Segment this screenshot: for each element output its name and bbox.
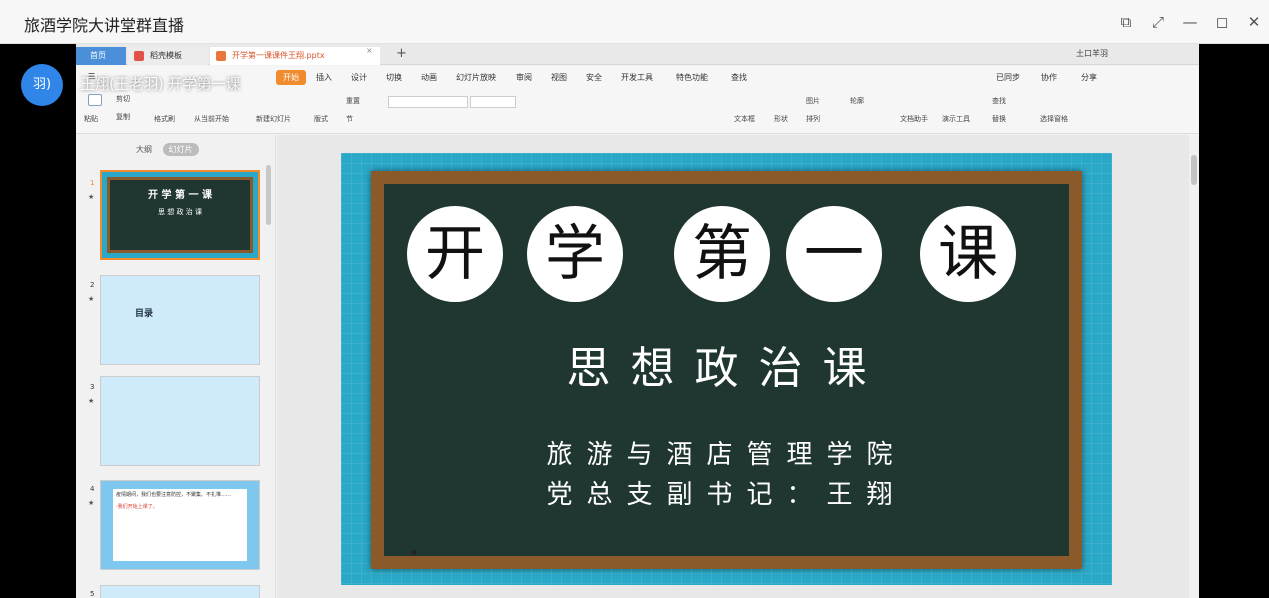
title-char: 开: [407, 206, 503, 302]
slide-thumbnail-1[interactable]: 开 学 第 一 课 思 想 政 治 课: [100, 170, 260, 260]
tab-template[interactable]: 稻壳模板: [128, 47, 208, 65]
paste-icon: [88, 94, 102, 106]
thumb-paper: 疫情期间，我们也要注意防控，不聚集、不扎堆…… ·我们开始上课了。: [113, 489, 247, 561]
thumb-subtitle: 思 想 政 治 课: [158, 208, 202, 216]
tab-close-icon[interactable]: ×: [366, 46, 373, 55]
slide-thumbnail-3[interactable]: [100, 376, 260, 466]
thumb-red-text: ·我们开始上课了。: [116, 504, 158, 510]
thumb-title: 开 学 第 一 课: [148, 190, 212, 201]
slide[interactable]: 开 学 第 一 课 思想政治课 旅游与酒店管理学院 党总支副书记：王翔: [341, 153, 1112, 585]
star-icon: ★: [88, 499, 95, 507]
slide-org: 旅游与酒店管理学院: [546, 440, 907, 470]
window-title: 旅酒学院大讲堂群直播: [24, 16, 185, 35]
present-tools-button[interactable]: 演示工具: [942, 114, 970, 124]
star-icon: ★: [88, 295, 95, 303]
rtab-features[interactable]: 特色功能: [676, 72, 708, 83]
new-slide-button[interactable]: 新建幻灯片: [256, 114, 291, 124]
ribbon-toolbar: 粘贴 剪切 复制 格式刷 从当前开始 新建幻灯片 版式 节 重置 文本框 形状 …: [76, 90, 1199, 134]
slide-thumbnail-2[interactable]: 目录: [100, 275, 260, 365]
close-icon[interactable]: ✕: [1242, 10, 1266, 34]
ppt-icon: [216, 51, 226, 61]
tab-template-label: 稻壳模板: [150, 51, 182, 60]
slides-tab[interactable]: 幻灯片: [162, 143, 199, 156]
tab-document-label: 开学第一课课件王翔.pptx: [232, 51, 325, 60]
new-tab-icon[interactable]: +: [396, 46, 407, 61]
cut-button[interactable]: 剪切: [116, 94, 130, 104]
format-painter-button[interactable]: 格式刷: [154, 114, 175, 124]
tab-home[interactable]: 首页: [76, 47, 126, 65]
slide-thumbnail-4[interactable]: 疫情期间，我们也要注意防控，不聚集、不扎堆…… ·我们开始上课了。: [100, 480, 260, 570]
template-icon: [134, 51, 144, 61]
rtab-search[interactable]: 查找: [731, 72, 747, 83]
title-char: 学: [527, 206, 623, 302]
outline-tab[interactable]: 大纲: [136, 145, 152, 154]
wps-tab-bar: 首页 稻壳模板 开学第一课课件王翔.pptx × + 土口羊羽: [76, 44, 1199, 65]
panel-scrollbar[interactable]: [266, 165, 271, 225]
rtab-insert[interactable]: 插入: [316, 72, 332, 83]
font-family-select[interactable]: [388, 96, 468, 108]
slide-number: 5: [90, 590, 95, 598]
popout-icon[interactable]: ⧉: [1114, 10, 1138, 34]
font-size-select[interactable]: [470, 96, 516, 108]
title-char: 课: [920, 206, 1016, 302]
find-button[interactable]: 查找: [992, 96, 1006, 106]
slide-presenter: 党总支副书记：王翔: [546, 480, 907, 510]
paste-button[interactable]: 粘贴: [84, 114, 98, 124]
slide-thumbnail-panel: 大纲 幻灯片 1 ★ 开 学 第 一 课 思 想 政 治 课 2 ★ 目录 3 …: [76, 135, 276, 598]
slide-number: 2: [90, 281, 95, 289]
rtab-security[interactable]: 安全: [586, 72, 602, 83]
doc-assistant-button[interactable]: 文档助手: [900, 114, 928, 124]
scroll-thumb[interactable]: [1191, 155, 1197, 185]
canvas-scrollbar[interactable]: [1189, 135, 1199, 598]
slide-thumbnail-5[interactable]: [100, 585, 260, 598]
sync-button[interactable]: 已同步: [996, 72, 1020, 83]
slide-canvas: 开 学 第 一 课 思想政治课 旅游与酒店管理学院 党总支副书记：王翔: [277, 135, 1199, 598]
layout-button[interactable]: 版式: [314, 114, 328, 124]
panel-tabs: 大纲 幻灯片: [136, 143, 199, 156]
copy-button[interactable]: 复制: [116, 112, 130, 122]
screen-share-view: 首页 稻壳模板 开学第一课课件王翔.pptx × + 土口羊羽 ☰ 开始 插入 …: [76, 44, 1199, 598]
arrange-button[interactable]: 排列: [806, 114, 820, 124]
slide-number: 3: [90, 383, 95, 391]
thumb-board: 开 学 第 一 课 思 想 政 治 课: [107, 177, 253, 253]
chalkboard: 开 学 第 一 课 思想政治课 旅游与酒店管理学院 党总支副书记：王翔: [371, 171, 1082, 569]
thumb-text: 疫情期间，我们也要注意防控，不聚集、不扎堆……: [116, 492, 232, 498]
rtab-view[interactable]: 视图: [551, 72, 567, 83]
picture-button[interactable]: 图片: [806, 96, 820, 106]
play-from-current-button[interactable]: 从当前开始: [194, 114, 229, 124]
rtab-review[interactable]: 审阅: [516, 72, 532, 83]
title-char: 一: [786, 206, 882, 302]
shape-button[interactable]: 形状: [774, 114, 788, 124]
rtab-developer[interactable]: 开发工具: [621, 72, 653, 83]
title-bar: 旅酒学院大讲堂群直播 ⧉ ⤢ — ◻ ✕: [0, 0, 1269, 44]
outline-button[interactable]: 轮廓: [850, 96, 864, 106]
slide-number: 1: [90, 179, 95, 187]
rtab-start[interactable]: 开始: [276, 70, 306, 85]
title-char: 第: [674, 206, 770, 302]
share-button[interactable]: 分享: [1081, 72, 1097, 83]
user-name[interactable]: 土口羊羽: [1076, 48, 1108, 59]
rtab-design[interactable]: 设计: [351, 72, 367, 83]
rtab-animation[interactable]: 动画: [421, 72, 437, 83]
star-icon: ★: [88, 193, 95, 201]
slide-number: 4: [90, 485, 95, 493]
ribbon-tabs: ☰ 开始 插入 设计 切换 动画 幻灯片放映 审阅 视图 安全 开发工具 特色功…: [76, 66, 1199, 90]
thumb-toc: 目录: [135, 309, 154, 319]
slide-subtitle: 思想政治课: [566, 343, 887, 394]
section-button[interactable]: 节: [346, 114, 353, 124]
replace-button[interactable]: 替换: [992, 114, 1006, 124]
reset-button[interactable]: 重置: [346, 96, 360, 106]
rtab-slideshow[interactable]: 幻灯片放映: [456, 72, 496, 83]
rtab-transition[interactable]: 切换: [386, 72, 402, 83]
tab-document[interactable]: 开学第一课课件王翔.pptx: [210, 47, 380, 65]
star-icon: ★: [88, 397, 95, 405]
selection-pane-button[interactable]: 选择窗格: [1040, 114, 1068, 124]
fullscreen-icon[interactable]: ⤢: [1146, 10, 1170, 34]
minimize-icon[interactable]: —: [1178, 10, 1202, 34]
avatar[interactable]: 羽): [21, 64, 63, 106]
collaborate-button[interactable]: 协作: [1041, 72, 1057, 83]
maximize-icon[interactable]: ◻: [1210, 10, 1234, 34]
stream-overlay-caption: 王翔(王老羽) 开学第一课: [80, 75, 240, 93]
textbox-button[interactable]: 文本框: [734, 114, 755, 124]
